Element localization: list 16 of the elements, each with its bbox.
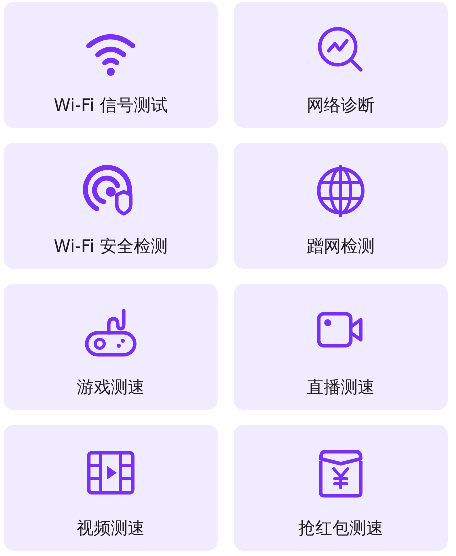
tool-card[interactable]: 游戏测速 — [4, 284, 218, 410]
tool-label: Wi-Fi 安全检测 — [54, 236, 168, 258]
tool-label: 视频测速 — [77, 518, 145, 540]
tool-card[interactable]: Wi-Fi 安全检测 — [4, 143, 218, 269]
tool-card[interactable]: 抢红包测速 — [234, 425, 448, 551]
tool-label: Wi-Fi 信号测试 — [54, 95, 168, 117]
tool-label: 游戏测速 — [77, 377, 145, 399]
tool-label: 蹭网检测 — [307, 236, 375, 258]
tool-card[interactable]: 视频测速 — [4, 425, 218, 551]
tool-label: 直播测速 — [307, 377, 375, 399]
tool-card[interactable]: Wi-Fi 信号测试 — [4, 2, 218, 128]
tool-card[interactable]: 蹭网检测 — [234, 143, 448, 269]
tool-card[interactable]: 直播测速 — [234, 284, 448, 410]
tool-card[interactable]: 网络诊断 — [234, 2, 448, 128]
tool-label: 网络诊断 — [307, 95, 375, 117]
tool-label: 抢红包测速 — [298, 518, 384, 540]
